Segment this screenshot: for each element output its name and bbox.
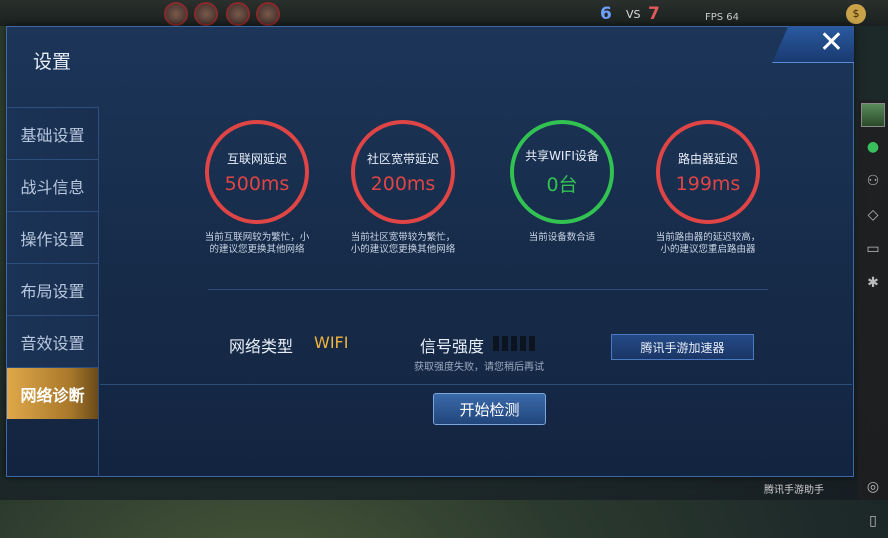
game-top-bar: 6 VS 7 FPS 64 $ (0, 0, 888, 26)
signal-strength-label: 信号强度 (420, 337, 485, 356)
team-score-left: 6 (600, 4, 612, 24)
hero-avatar (164, 2, 188, 26)
coin-icon[interactable]: $ (846, 4, 866, 24)
folder-icon[interactable]: ▭ (858, 232, 888, 266)
gauge-label: 共享WIFI设备 (525, 149, 599, 163)
signal-bar (502, 336, 508, 351)
gauge-router-latency: 路由器延迟 199ms 当前路由器的延迟较高， 小的建议您重启路由器 (638, 120, 778, 256)
gauge-desc-line: 的建议您更换其他网络 (209, 244, 305, 255)
sidebar-item-layout[interactable]: 布局设置 (7, 263, 98, 315)
settings-sidebar: 基础设置 战斗信息 操作设置 布局设置 音效设置 网络诊断 (7, 107, 98, 419)
user-icon[interactable]: ⚇ (858, 164, 888, 198)
gauge-description: 当前互联网较为繁忙，小 的建议您更换其他网络 (187, 232, 327, 256)
gauge-desc-line: 当前路由器的延迟较高， (655, 232, 761, 243)
gauge-desc-line: 小的建议您重启路由器 (660, 244, 756, 255)
signal-bar (511, 336, 517, 351)
gauge-ring: 共享WIFI设备 0台 (510, 120, 614, 224)
vs-label: VS (626, 8, 641, 21)
sidebar-item-battle-info[interactable]: 战斗信息 (7, 159, 98, 211)
settings-header: 设置 (7, 27, 853, 97)
signal-bar (493, 336, 499, 351)
signal-bar (520, 336, 526, 351)
network-type-value: WIFI (314, 333, 349, 352)
gauge-ring: 互联网延迟 500ms (205, 120, 309, 224)
gauge-description: 当前设备数合适 (492, 232, 632, 244)
signal-strength-icon (493, 336, 535, 351)
gauge-desc-line: 小的建议您更换其他网络 (350, 244, 456, 255)
sidebar-item-controls[interactable]: 操作设置 (7, 211, 98, 263)
sidebar-item-basic[interactable]: 基础设置 (7, 107, 98, 159)
game-thumbnail[interactable] (861, 103, 885, 127)
watermark-text: 腾讯手游助手 (764, 485, 824, 496)
gauge-ring: 社区宽带延迟 200ms (351, 120, 455, 224)
close-icon: ✕ (818, 25, 844, 60)
diagnosis-gauges: 互联网延迟 500ms 当前互联网较为繁忙，小 的建议您更换其他网络 社区宽带延… (200, 120, 780, 270)
assistant-toolbar: ● ⚇ ◇ ▭ ✱ ◎ ▯ (858, 100, 888, 529)
hero-avatar (256, 2, 280, 26)
team-score-right: 7 (648, 4, 660, 24)
footer-divider (100, 384, 852, 385)
chat-icon[interactable]: ● (858, 130, 888, 164)
settings-icon[interactable]: ✱ (858, 266, 888, 300)
gauge-value: 200ms (370, 172, 436, 195)
sidebar-divider (98, 107, 99, 477)
signal-bar (529, 336, 535, 351)
accelerator-button[interactable]: 腾讯手游加速器 (611, 334, 754, 360)
gauge-ring: 路由器延迟 199ms (656, 120, 760, 224)
gauge-desc-line: 当前互联网较为繁忙，小 (204, 232, 310, 243)
gauge-description: 当前社区宽带较为繁忙， 小的建议您更换其他网络 (333, 232, 473, 256)
gauge-label: 社区宽带延迟 (366, 151, 439, 166)
gauge-community-latency: 社区宽带延迟 200ms 当前社区宽带较为繁忙， 小的建议您更换其他网络 (333, 120, 473, 256)
gauge-shared-wifi-devices: 共享WIFI设备 0台 当前设备数合适 (492, 120, 632, 244)
settings-title: 设置 (33, 51, 72, 73)
cube-icon[interactable]: ◇ (858, 198, 888, 232)
gauge-value: 500ms (224, 172, 290, 195)
disc-icon[interactable]: ◎ (858, 470, 888, 504)
gauge-description: 当前路由器的延迟较高， 小的建议您重启路由器 (638, 232, 778, 256)
gauge-label: 路由器延迟 (677, 151, 738, 166)
signal-strength-note: 获取强度失败，请您稍后再试 (414, 362, 544, 373)
gauge-value: 199ms (675, 172, 741, 195)
fps-counter: FPS 64 (705, 12, 740, 23)
section-divider (208, 289, 768, 290)
gauge-internet-latency: 互联网延迟 500ms 当前互联网较为繁忙，小 的建议您更换其他网络 (187, 120, 327, 256)
gauge-value: 0台 (546, 174, 578, 196)
gauge-label: 互联网延迟 (226, 151, 287, 166)
gauge-desc-line: 当前设备数合适 (528, 232, 596, 243)
sidebar-item-network-diagnosis[interactable]: 网络诊断 (7, 367, 98, 419)
gauge-desc-line: 当前社区宽带较为繁忙， (350, 232, 456, 243)
hero-avatar (194, 2, 218, 26)
sidebar-item-sound[interactable]: 音效设置 (7, 315, 98, 367)
hero-avatar (226, 2, 250, 26)
start-detection-button[interactable]: 开始检测 (433, 393, 546, 425)
network-type-label: 网络类型 (229, 337, 294, 356)
phone-icon[interactable]: ▯ (858, 504, 888, 538)
